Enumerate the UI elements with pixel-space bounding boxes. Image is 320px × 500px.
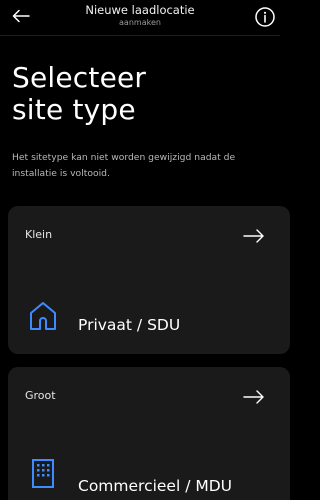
info-button[interactable] <box>254 6 276 28</box>
page-description: Het sitetype kan niet worden gewijzigd n… <box>12 152 236 179</box>
site-type-name: Privaat / SDU <box>78 316 181 334</box>
page-title-line-1: Selecteer <box>12 61 147 94</box>
site-size-label: Klein <box>25 228 53 241</box>
page-title: Selecteer site type <box>12 62 268 126</box>
info-circle-icon <box>255 7 275 27</box>
house-icon <box>30 302 56 330</box>
header-title: Nieuwe laadlocatie <box>85 3 195 17</box>
site-type-card-private[interactable]: Klein Privaat / SDU <box>8 206 290 354</box>
site-type-card-commercial[interactable]: Groot Commercieel / MDU <box>8 367 290 500</box>
arrow-right-icon <box>243 229 264 243</box>
page-title-line-2: site type <box>12 93 136 126</box>
site-type-name: Commercieel / MDU <box>78 477 233 495</box>
arrow-right-icon <box>243 390 264 404</box>
office-building-icon <box>32 459 54 488</box>
header-subtitle: aanmaken <box>119 18 161 27</box>
site-size-label: Groot <box>25 389 56 402</box>
app-header: Nieuwe laadlocatie aanmaken <box>0 0 280 36</box>
